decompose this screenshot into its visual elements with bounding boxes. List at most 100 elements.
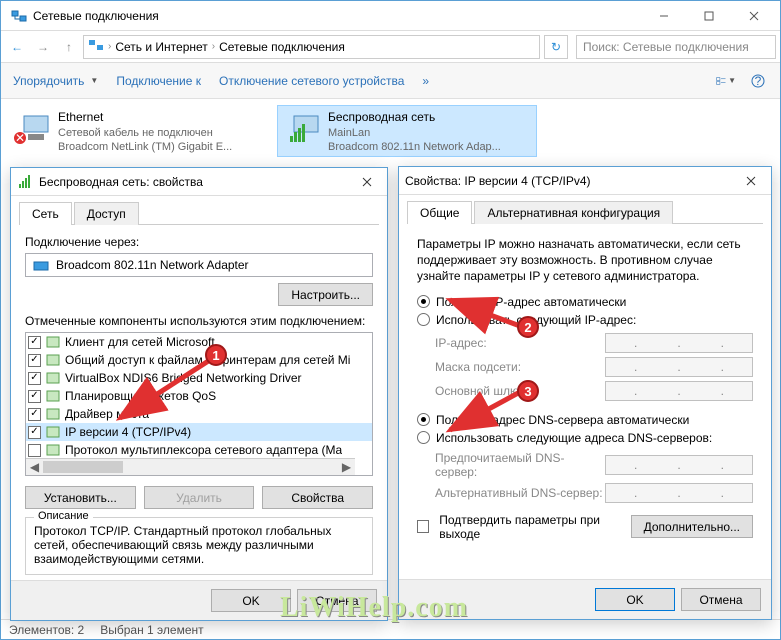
up-button[interactable]: ↑: [57, 35, 81, 59]
dlg1-title: Беспроводная сеть: свойства: [39, 175, 353, 189]
status-selected: Выбран 1 элемент: [100, 623, 203, 637]
dns-alt-label: Альтернативный DNS-сервер:: [435, 486, 605, 500]
ethernet-status: Сетевой кабель не подключен: [58, 126, 258, 140]
checkbox-icon[interactable]: [28, 372, 41, 385]
checkbox-icon[interactable]: [28, 444, 41, 457]
ip-addr-input: [605, 333, 753, 353]
dlg1-ok-button[interactable]: OK: [211, 589, 291, 612]
dns-pref-label: Предпочитаемый DNS-сервер:: [435, 451, 605, 479]
dns-pref-input: [605, 455, 753, 475]
component-ipv4[interactable]: IP версии 4 (TCP/IPv4): [26, 423, 372, 441]
dlg2-tabs: Общие Альтернативная конфигурация: [407, 201, 763, 224]
mask-input: [605, 357, 753, 377]
dlg1-tabs: Сеть Доступ: [19, 202, 379, 225]
dlg2-close-button[interactable]: [737, 171, 765, 191]
tab-general[interactable]: Общие: [407, 201, 472, 224]
adapter-icon: [32, 258, 50, 272]
horizontal-scrollbar[interactable]: ◀▶: [26, 458, 355, 475]
ethernet-device: Broadcom NetLink (TM) Gigabit E...: [58, 140, 258, 154]
dlg1-close-button[interactable]: [353, 172, 381, 192]
checkbox-icon[interactable]: [28, 354, 41, 367]
organize-menu[interactable]: Упорядочить▼: [13, 74, 98, 88]
view-icon[interactable]: ▼: [716, 73, 736, 89]
gateway-input: [605, 381, 753, 401]
more-button[interactable]: »: [422, 74, 429, 88]
dlg2-cancel-button[interactable]: Отмена: [681, 588, 761, 611]
component-item[interactable]: Общий доступ к файлам и принтерам для се…: [26, 351, 372, 369]
dns-manual-radio[interactable]: [417, 431, 430, 444]
advanced-button[interactable]: Дополнительно...: [631, 515, 753, 538]
component-item[interactable]: Драйвер моста: [26, 405, 372, 423]
confirm-label: Подтвердить параметры при выходе: [439, 513, 630, 541]
help-icon[interactable]: ?: [748, 73, 768, 89]
component-item[interactable]: Клиент для сетей Microsoft: [26, 333, 372, 351]
maximize-button[interactable]: [686, 2, 731, 30]
checkbox-icon[interactable]: [28, 390, 41, 403]
component-item[interactable]: Планировщик пакетов QoS: [26, 387, 372, 405]
dlg2-title: Свойства: IP версии 4 (TCP/IPv4): [405, 174, 737, 188]
status-count: Элементов: 2: [9, 623, 84, 637]
toolbar: Упорядочить▼ Подключение к Отключение се…: [1, 63, 780, 99]
nav-bar: ← → ↑ › Сеть и Интернет › Сетевые подклю…: [1, 31, 780, 63]
mask-label: Маска подсети:: [435, 360, 605, 374]
tab-alt-config[interactable]: Альтернативная конфигурация: [474, 201, 673, 224]
close-button[interactable]: [731, 2, 776, 30]
description-legend: Описание: [34, 510, 93, 522]
configure-button[interactable]: Настроить...: [278, 283, 373, 306]
annotation-badge-3: 3: [517, 380, 539, 402]
dlg1-titlebar: Беспроводная сеть: свойства: [11, 168, 387, 196]
component-item[interactable]: VirtualBox NDIS6 Bridged Networking Driv…: [26, 369, 372, 387]
breadcrumb-part2[interactable]: Сетевые подключения: [219, 40, 345, 54]
confirm-checkbox[interactable]: [417, 520, 429, 533]
minimize-button[interactable]: [641, 2, 686, 30]
connect-to-button[interactable]: Подключение к: [116, 74, 201, 88]
content-area: ✕ Ethernet Сетевой кабель не подключен B…: [1, 99, 780, 163]
remove-button: Удалить: [144, 486, 255, 509]
properties-button[interactable]: Свойства: [262, 486, 373, 509]
checkbox-icon[interactable]: [28, 408, 41, 421]
adapter-name: Broadcom 802.11n Network Adapter: [56, 258, 249, 272]
components-label: Отмеченные компоненты используются этим …: [25, 314, 373, 328]
breadcrumb-part1[interactable]: Сеть и Интернет: [115, 40, 207, 54]
app-icon: [11, 8, 27, 24]
search-placeholder: Поиск: Сетевые подключения: [583, 40, 749, 54]
adapter-properties-dialog: Беспроводная сеть: свойства Сеть Доступ …: [10, 167, 388, 621]
disable-device-button[interactable]: Отключение сетевого устройства: [219, 74, 404, 88]
components-list[interactable]: Клиент для сетей Microsoft Общий доступ …: [25, 332, 373, 476]
wifi-connection[interactable]: Беспроводная сеть MainLan Broadcom 802.1…: [277, 105, 537, 157]
network-icon: [88, 37, 104, 56]
info-text: Параметры IP можно назначать автоматичес…: [417, 236, 753, 285]
back-button[interactable]: ←: [5, 35, 29, 59]
ip-auto-label: Получить IP-адрес автоматически: [436, 295, 626, 309]
description-group: Описание Протокол TCP/IP. Стандартный пр…: [25, 517, 373, 575]
checkbox-icon[interactable]: [28, 426, 41, 439]
refresh-button[interactable]: ↻: [544, 35, 568, 59]
titlebar: Сетевые подключения: [1, 1, 780, 31]
ethernet-name: Ethernet: [58, 110, 264, 126]
wifi-status: MainLan: [328, 126, 528, 140]
ip-auto-radio[interactable]: [417, 295, 430, 308]
wifi-dialog-icon: [17, 174, 33, 190]
dns-alt-input: [605, 483, 753, 503]
forward-button[interactable]: →: [31, 35, 55, 59]
tab-access[interactable]: Доступ: [74, 202, 139, 225]
component-item[interactable]: Протокол мультиплексора сетевого адаптер…: [26, 441, 372, 459]
wifi-name: Беспроводная сеть: [328, 110, 534, 126]
checkbox-icon[interactable]: [28, 336, 41, 349]
ip-manual-radio[interactable]: [417, 313, 430, 326]
search-input[interactable]: Поиск: Сетевые подключения: [576, 35, 776, 59]
dns-auto-label: Получить адрес DNS-сервера автоматически: [436, 413, 689, 427]
annotation-badge-1: 1: [205, 344, 227, 366]
dlg2-ok-button[interactable]: OK: [595, 588, 675, 611]
breadcrumb[interactable]: › Сеть и Интернет › Сетевые подключения: [83, 35, 540, 59]
ethernet-connection[interactable]: ✕ Ethernet Сетевой кабель не подключен B…: [7, 105, 267, 157]
ip-addr-label: IP-адрес:: [435, 336, 605, 350]
tab-network[interactable]: Сеть: [19, 202, 72, 225]
install-button[interactable]: Установить...: [25, 486, 136, 509]
dns-auto-radio[interactable]: [417, 413, 430, 426]
svg-text:✕: ✕: [15, 131, 25, 144]
svg-text:?: ?: [755, 74, 762, 88]
window-title: Сетевые подключения: [33, 9, 641, 23]
annotation-badge-2: 2: [517, 316, 539, 338]
description-text: Протокол TCP/IP. Стандартный протокол гл…: [34, 524, 364, 566]
